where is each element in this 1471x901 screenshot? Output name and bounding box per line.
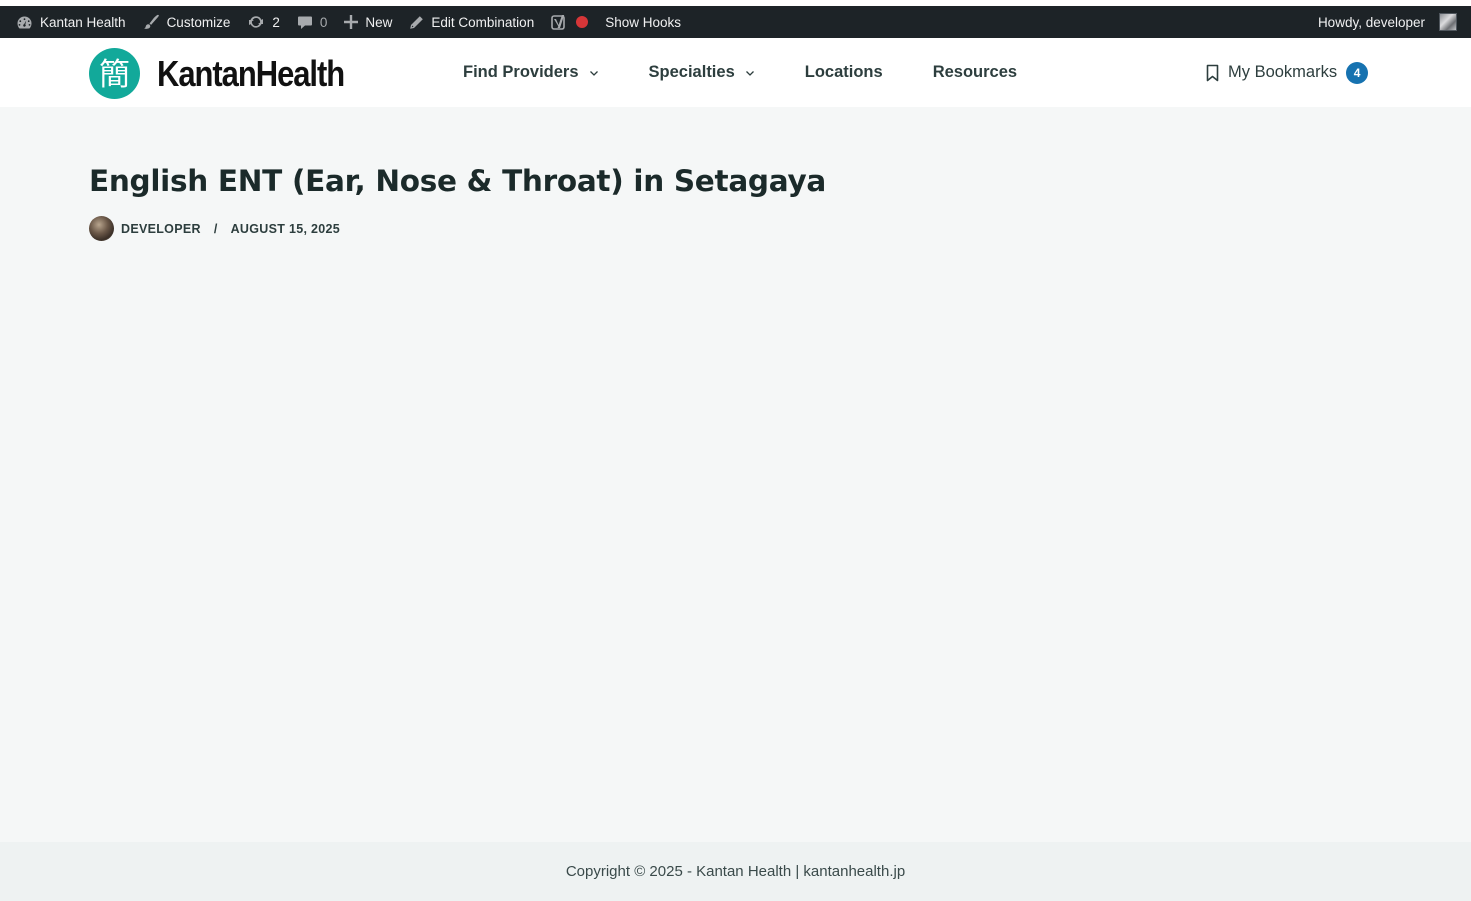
nav-find-providers[interactable]: Find Providers bbox=[463, 63, 599, 82]
my-bookmarks-link[interactable]: My Bookmarks 4 bbox=[1205, 38, 1369, 107]
adminbar-seo[interactable] bbox=[551, 6, 589, 38]
main-nav: Find Providers Specialties Locations Res… bbox=[463, 38, 1067, 107]
howdy-label: Howdy, developer bbox=[1317, 14, 1425, 30]
logo-glyph: 簡 bbox=[99, 57, 130, 93]
updates-count: 2 bbox=[272, 14, 280, 30]
show-hooks-label: Show Hooks bbox=[605, 14, 681, 30]
author-avatar bbox=[89, 216, 114, 241]
adminbar-account[interactable]: Howdy, developer bbox=[1318, 6, 1457, 38]
adminbar-edit-label: Edit Combination bbox=[431, 14, 535, 30]
comment-icon bbox=[297, 15, 313, 30]
site-header: 簡 KantanHealth Find Providers Specialtie… bbox=[0, 38, 1471, 107]
post-title: English ENT (Ear, Nose & Throat) in Seta… bbox=[89, 164, 826, 198]
paintbrush-icon bbox=[143, 14, 160, 30]
site-footer: Copyright © 2025 - Kantan Health | kanta… bbox=[0, 842, 1471, 901]
adminbar-site-name: Kantan Health bbox=[40, 14, 126, 30]
footer-copyright: Copyright © 2025 - Kantan Health | kanta… bbox=[565, 863, 906, 880]
user-avatar bbox=[1439, 13, 1457, 31]
chevron-down-icon bbox=[589, 70, 598, 76]
author-link[interactable]: DEVELOPER bbox=[121, 222, 201, 236]
pencil-icon bbox=[409, 15, 424, 30]
chevron-down-icon bbox=[745, 70, 754, 76]
seo-status-dot bbox=[576, 16, 589, 28]
comments-count: 0 bbox=[319, 14, 328, 30]
adminbar-new-label: New bbox=[365, 14, 393, 30]
adminbar-comments[interactable]: 0 bbox=[297, 6, 328, 38]
bookmarks-count-badge: 4 bbox=[1346, 61, 1369, 84]
bookmarks-label: My Bookmarks bbox=[1228, 63, 1338, 81]
nav-label: Resources bbox=[932, 63, 1018, 81]
yoast-icon bbox=[551, 13, 569, 31]
meta-separator: / bbox=[213, 221, 218, 236]
nav-specialties[interactable]: Specialties bbox=[649, 63, 755, 82]
logo-text: KantanHealth bbox=[157, 52, 345, 94]
nav-resources[interactable]: Resources bbox=[933, 63, 1017, 82]
post-meta: DEVELOPER / AUGUST 15, 2025 bbox=[89, 216, 1431, 241]
adminbar-new[interactable]: New bbox=[344, 6, 392, 38]
adminbar-customize-label: Customize bbox=[166, 14, 231, 30]
site-logo[interactable]: 簡 KantanHealth bbox=[89, 48, 375, 99]
logo-mark-icon: 簡 bbox=[89, 48, 140, 99]
bookmark-icon bbox=[1206, 64, 1219, 81]
adminbar-edit[interactable]: Edit Combination bbox=[409, 6, 534, 38]
nav-label: Locations bbox=[804, 63, 883, 81]
updates-icon bbox=[247, 14, 265, 30]
post-date: AUGUST 15, 2025 bbox=[230, 221, 341, 236]
post-content: English ENT (Ear, Nose & Throat) in Seta… bbox=[89, 164, 1431, 241]
wp-admin-bar: Kantan Health Customize 2 0 New Edit Com… bbox=[0, 6, 1471, 38]
plus-icon bbox=[344, 15, 359, 29]
adminbar-customize[interactable]: Customize bbox=[143, 6, 231, 38]
dashboard-icon bbox=[16, 15, 33, 30]
nav-label: Specialties bbox=[648, 63, 735, 81]
adminbar-updates[interactable]: 2 bbox=[247, 6, 280, 38]
nav-locations[interactable]: Locations bbox=[805, 63, 883, 82]
adminbar-site-menu[interactable]: Kantan Health bbox=[16, 6, 126, 38]
nav-label: Find Providers bbox=[463, 63, 579, 81]
adminbar-show-hooks[interactable]: Show Hooks bbox=[605, 6, 681, 38]
